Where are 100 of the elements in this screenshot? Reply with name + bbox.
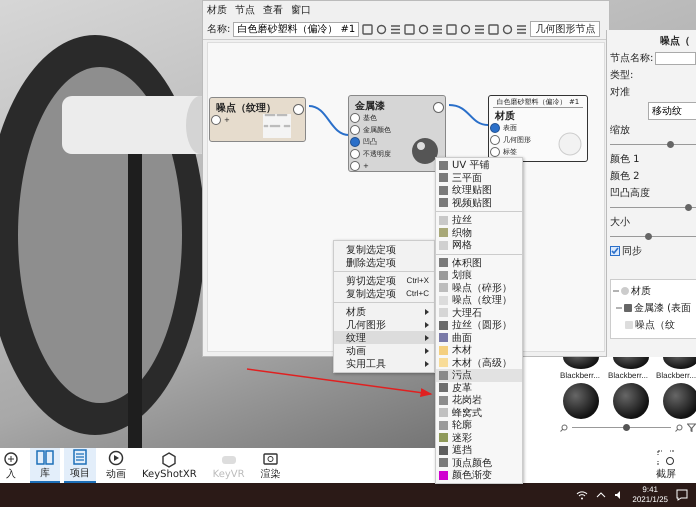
menu-item[interactable]: 木材 — [436, 344, 522, 356]
menu-item[interactable]: 拉丝 — [436, 214, 522, 226]
input-port[interactable] — [490, 135, 500, 145]
material-thumbnail[interactable] — [613, 383, 649, 419]
menu-item[interactable]: 删除选定项 — [334, 256, 434, 269]
slider-thumb[interactable] — [645, 233, 652, 240]
menu-item[interactable]: 曲面 — [436, 332, 522, 344]
menu-item[interactable]: 遮挡 — [436, 444, 522, 456]
menu-item[interactable]: 纹理 — [334, 331, 434, 344]
menu-item[interactable]: 复制选定项 — [334, 243, 434, 256]
menu-item[interactable]: 动画 — [334, 344, 434, 357]
clock[interactable]: 9:41 2021/1/25 — [632, 485, 668, 505]
screenshot-button[interactable]: 截屏 — [650, 448, 682, 483]
input-port[interactable] — [211, 115, 221, 125]
menu-item[interactable]: 视频贴图 — [436, 196, 522, 209]
input-port[interactable] — [350, 161, 360, 171]
menu-item[interactable]: 材质 — [334, 305, 434, 318]
material-thumbnail[interactable] — [663, 383, 696, 419]
output-port[interactable] — [293, 104, 304, 115]
book-icon — [36, 449, 54, 465]
list-icon — [71, 449, 89, 465]
cube-icon — [160, 452, 178, 468]
checkbox[interactable] — [610, 246, 620, 256]
panel-title: 噪点（ — [659, 34, 691, 48]
material-thumbnail[interactable] — [663, 357, 696, 369]
menu-item[interactable]: 剪切选定项 Ctrl+X — [334, 274, 434, 287]
toolbar-button[interactable]: 项目 — [64, 448, 96, 483]
menu-entry[interactable]: 查看 — [263, 3, 283, 17]
menu-item[interactable]: 几何图形 — [334, 318, 434, 331]
node-type-field[interactable]: 几何图形节点 — [530, 21, 600, 37]
name-field[interactable]: 白色磨砂塑料（偏冷） #1 — [233, 22, 360, 36]
collapse-icon[interactable] — [613, 288, 619, 294]
sphere-preview-icon — [558, 132, 582, 156]
input-port[interactable] — [350, 137, 360, 147]
menu-item[interactable]: 拉丝（圆形） — [436, 319, 522, 332]
menu-item[interactable]: 三平面 — [436, 172, 522, 184]
zoom-out-icon[interactable] — [560, 424, 568, 432]
node-title: 金属漆 — [354, 100, 385, 113]
tree-item[interactable]: 金属漆 (表面 — [613, 301, 696, 315]
material-thumbnail[interactable] — [563, 383, 599, 419]
zoom-in-icon[interactable] — [675, 424, 684, 432]
submenu-arrow-icon — [425, 360, 429, 366]
input-port[interactable] — [490, 123, 500, 133]
menu-item[interactable]: 实用工具 — [334, 357, 434, 370]
collapse-icon[interactable] — [616, 305, 622, 311]
move-texture-button[interactable]: 移动纹 — [648, 102, 696, 120]
menu-item[interactable]: 复制选定项 Ctrl+C — [334, 287, 434, 300]
tree-item[interactable]: 材质 — [613, 284, 696, 298]
node-name-field[interactable] — [655, 52, 696, 64]
connection-wire — [308, 105, 350, 136]
toolbar-button[interactable]: KeyShotXR — [136, 448, 203, 483]
toolbar-button[interactable]: 渲染 — [254, 448, 287, 483]
menu-item[interactable]: 网格 — [436, 239, 522, 252]
menu-item[interactable]: 体积图 — [436, 256, 522, 269]
connection-wire — [448, 104, 488, 126]
menu-item[interactable]: 污点 — [436, 369, 522, 382]
material-name: Blackberr... — [656, 371, 696, 380]
notification-icon[interactable] — [676, 489, 688, 501]
menu-item[interactable]: 噪点（碎形） — [436, 282, 522, 294]
submenu-arrow-icon — [425, 308, 429, 314]
menu-entry[interactable]: 窗口 — [291, 3, 311, 17]
toolbar-button[interactable]: 动画 — [100, 448, 132, 483]
material-name: Blackberr... — [608, 371, 648, 380]
input-port[interactable] — [350, 149, 360, 159]
tree-item[interactable]: 噪点（纹 — [613, 318, 696, 332]
input-port[interactable] — [490, 147, 500, 157]
material-thumbnail[interactable] — [563, 357, 599, 369]
slider-thumb[interactable] — [623, 424, 630, 431]
menu-entry[interactable]: 材质 — [207, 3, 227, 17]
filter-icon[interactable] — [687, 423, 696, 432]
menu-item[interactable]: 皮革 — [436, 382, 522, 394]
property-label: 类型: — [610, 68, 634, 82]
menu-item[interactable]: 花岗岩 — [436, 394, 522, 406]
menu-item[interactable]: 木材（高级） — [436, 356, 522, 369]
menu-item[interactable]: 颜色渐变 — [436, 469, 522, 482]
toolbar-button[interactable]: 库 — [30, 448, 60, 483]
menu-item[interactable]: 顶点颜色 — [436, 456, 522, 469]
output-port[interactable] — [433, 102, 444, 113]
property-label: 大小 — [610, 216, 631, 229]
menu-item[interactable]: 纹理贴图 — [436, 184, 522, 196]
menu-item[interactable]: 迷彩 — [436, 432, 522, 444]
texture-icon — [625, 321, 633, 329]
menu-item[interactable]: 噪点（纹理） — [436, 294, 522, 306]
toolbar-button[interactable]: 入 — [0, 448, 26, 483]
property-label: 缩放 — [610, 124, 631, 137]
slider-thumb[interactable] — [685, 204, 692, 211]
input-port[interactable] — [350, 113, 360, 123]
menu-entry[interactable]: 节点 — [235, 3, 255, 17]
menu-item[interactable]: 轮廓 — [436, 419, 522, 432]
noise-preview-icon — [263, 114, 291, 138]
menu-item[interactable]: 大理石 — [436, 306, 522, 319]
menu-item[interactable]: 织物 — [436, 226, 522, 239]
menu-item[interactable]: 蜂窝式 — [436, 406, 522, 419]
chevron-up-icon[interactable] — [596, 490, 606, 500]
circle-icon[interactable] — [376, 24, 388, 34]
material-thumbnail[interactable] — [613, 357, 649, 369]
input-port[interactable] — [350, 125, 360, 135]
menu-item[interactable]: 划痕 — [436, 269, 522, 282]
slider-thumb[interactable] — [667, 141, 674, 148]
wifi-icon[interactable] — [576, 490, 588, 500]
